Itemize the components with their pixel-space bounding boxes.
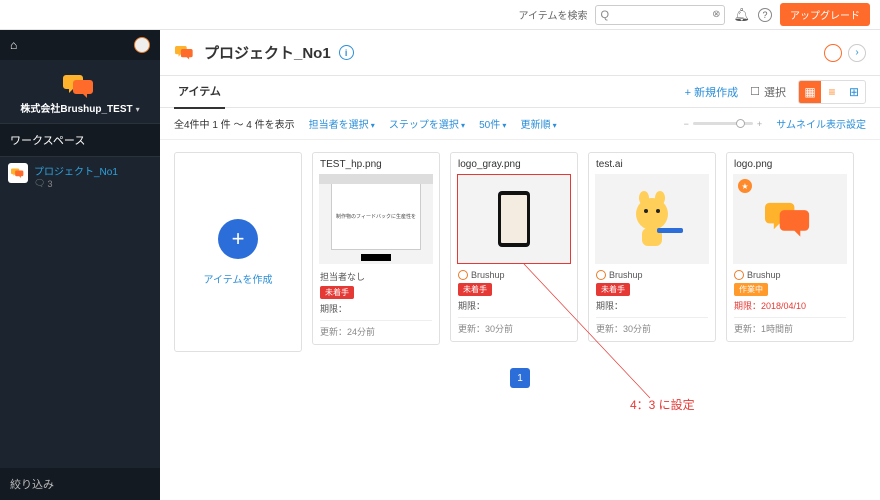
pin-icon: ★	[738, 179, 752, 193]
item-filename: logo_gray.png	[451, 153, 577, 174]
chevron-down-icon: ▾	[136, 105, 140, 114]
status-badge: 未着手	[320, 286, 354, 299]
thumbnail-settings-link[interactable]: サムネイル表示設定	[776, 116, 866, 131]
item-filename: logo.png	[727, 153, 853, 174]
sort-filter[interactable]: 更新順	[520, 116, 556, 131]
item-assignee: 担当者なし	[320, 270, 432, 283]
project-icon	[174, 42, 196, 64]
add-icon: +	[218, 219, 258, 259]
org-name: 株式会社Brushup_TEST	[20, 104, 132, 115]
item-due: 期限：	[320, 302, 432, 315]
item-filename: test.ai	[589, 153, 715, 174]
assignee-avatar-icon	[734, 270, 744, 280]
assignee-filter[interactable]: 担当者を選択	[309, 116, 375, 131]
thumbnail-size-slider[interactable]: − +	[684, 119, 763, 129]
view-calendar-icon[interactable]: ⊞	[843, 81, 865, 103]
item-updated: 更新：24分前	[320, 320, 432, 338]
result-count: 全4件中 1 件 〜 4 件を表示	[174, 116, 295, 131]
item-due: 期限：	[458, 299, 570, 312]
page-button[interactable]: 1	[510, 368, 530, 388]
page-title: プロジェクト_No1	[204, 42, 331, 63]
annotation-text: 4：3 に設定	[630, 396, 695, 413]
search-input[interactable]	[613, 9, 708, 20]
filter-button[interactable]: 絞り込み	[0, 468, 160, 500]
user-avatar[interactable]	[134, 37, 150, 53]
create-item-card[interactable]: + アイテムを作成	[174, 152, 302, 352]
help-icon[interactable]: ?	[758, 8, 772, 22]
project-item-count: 🗨 3	[34, 178, 152, 189]
member-avatar[interactable]	[824, 44, 842, 62]
item-assignee: Brushup	[458, 270, 570, 280]
view-list-icon[interactable]: ≡	[821, 81, 843, 103]
step-filter[interactable]: ステップを選択	[389, 116, 465, 131]
view-toggle: ▦ ≡ ⊞	[798, 80, 866, 104]
info-icon[interactable]: i	[339, 45, 354, 60]
home-icon[interactable]: ⌂	[10, 38, 17, 52]
item-filename: TEST_hp.png	[313, 153, 439, 174]
next-icon[interactable]: ›	[848, 44, 866, 62]
create-item-label: アイテムを作成	[204, 271, 273, 286]
search-icon: Q	[600, 9, 609, 21]
tab-items[interactable]: アイテム	[174, 75, 225, 109]
notification-icon[interactable]: 🔔︎	[733, 7, 750, 23]
status-badge: 未着手	[458, 283, 492, 296]
sidebar: ⌂ 株式会社Brushup_TEST ▾ ワークスペース プロジェクト_No1 🗨…	[0, 30, 160, 500]
clear-search-icon[interactable]: ⊗	[712, 9, 720, 20]
view-grid-icon[interactable]: ▦	[799, 81, 821, 103]
search-input-wrapper[interactable]: Q ⊗	[595, 5, 725, 25]
item-preview	[595, 174, 709, 264]
item-updated: 更新：30分前	[458, 317, 570, 335]
item-updated: 更新：1時間前	[734, 317, 846, 335]
workspace-section-header: ワークスペース	[0, 123, 160, 157]
status-badge: 作業中	[734, 283, 768, 296]
item-preview: 制作物のフィードバックに生産性を	[319, 174, 433, 264]
item-preview	[457, 174, 571, 264]
item-card[interactable]: logo.png ★ Brushup 作業中 期限：2018/04/10 更新：…	[726, 152, 854, 342]
project-name: プロジェクト_No1	[34, 163, 152, 178]
minus-icon: −	[684, 119, 689, 129]
sidebar-project-item[interactable]: プロジェクト_No1 🗨 3	[0, 157, 160, 195]
item-assignee: Brushup	[596, 270, 708, 280]
item-updated: 更新：30分前	[596, 317, 708, 335]
item-due: 期限：2018/04/10	[734, 299, 846, 312]
item-card[interactable]: TEST_hp.png 制作物のフィードバックに生産性を 担当者なし 未着手 期…	[312, 152, 440, 345]
search-label: アイテムを検索	[518, 7, 587, 22]
org-switcher[interactable]: 株式会社Brushup_TEST ▾	[0, 60, 160, 123]
checkbox-icon: ☐	[750, 85, 760, 98]
pagesize-filter[interactable]: 50件	[479, 116, 506, 131]
item-preview: ★	[733, 174, 847, 264]
select-mode-toggle[interactable]: ☐選択	[750, 84, 786, 100]
assignee-avatar-icon	[596, 270, 606, 280]
new-item-button[interactable]: + 新規作成	[685, 84, 738, 100]
upgrade-button[interactable]: アップグレード	[780, 3, 870, 26]
org-logo-icon	[63, 72, 97, 100]
item-card[interactable]: test.ai Brushup 未着手 期限： 更新：30分前	[588, 152, 716, 342]
item-assignee: Brushup	[734, 270, 846, 280]
assignee-avatar-icon	[458, 270, 468, 280]
item-due: 期限：	[596, 299, 708, 312]
item-card[interactable]: logo_gray.png Brushup 未着手 期限： 更新：30分前	[450, 152, 578, 342]
status-badge: 未着手	[596, 283, 630, 296]
plus-icon: +	[757, 119, 762, 129]
project-thumb-icon	[8, 163, 28, 183]
